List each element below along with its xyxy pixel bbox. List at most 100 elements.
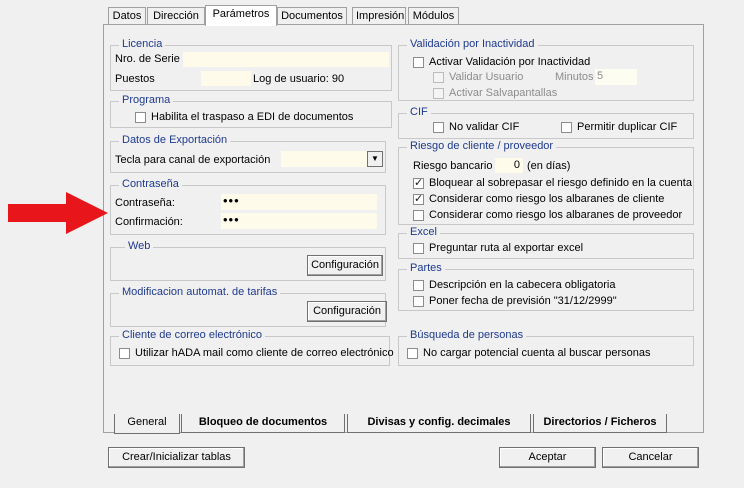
licencia-group: Licencia Nro. de Serie Puestos Log de us… xyxy=(110,38,392,91)
hada-checkbox[interactable] xyxy=(119,348,130,359)
no-cargar-label: No cargar potencial cuenta al buscar per… xyxy=(423,347,651,359)
partes-title: Partes xyxy=(407,262,445,274)
validar-checkbox[interactable] xyxy=(433,72,444,83)
contrasena-title: Contraseña xyxy=(119,178,182,190)
edi-checkbox[interactable] xyxy=(135,112,146,123)
fecha-prevision-label: Poner fecha de previsión "31/12/2999" xyxy=(429,295,617,307)
tab-label: General xyxy=(127,416,167,428)
busqueda-title: Búsqueda de personas xyxy=(407,329,527,341)
tab-impresion[interactable]: Impresión xyxy=(352,7,406,24)
programa-title: Programa xyxy=(119,94,174,106)
permitir-duplicar-checkbox[interactable] xyxy=(561,122,572,133)
tab-directorios[interactable]: Directorios / Ficheros xyxy=(533,414,667,433)
minutos-field[interactable]: 5 xyxy=(595,69,637,85)
tab-label: Bloqueo de documentos xyxy=(198,416,328,428)
parametros-panel: Licencia Nro. de Serie Puestos Log de us… xyxy=(103,24,704,433)
partes-group: Partes Descripción en la cabecera obliga… xyxy=(398,262,694,311)
descripcion-label: Descripción en la cabecera obligatoria xyxy=(429,279,616,291)
red-arrow-icon xyxy=(8,192,108,234)
crear-tablas-button[interactable]: Crear/Inicializar tablas xyxy=(108,447,245,468)
serie-field[interactable] xyxy=(183,52,389,67)
correo-group: Cliente de correo electrónico Utilizar h… xyxy=(110,329,394,366)
tab-label: Directorios / Ficheros xyxy=(543,416,657,428)
no-validar-cif-label: No validar CIF xyxy=(449,121,520,133)
confirm-field[interactable]: ••• xyxy=(221,212,377,229)
alb-proveedor-label: Considerar como riesgo los albaranes de … xyxy=(429,209,683,221)
hada-label: Utilizar hADA mail como cliente de corre… xyxy=(135,347,394,359)
tarifas-group: Modificacion automat. de tarifas Configu… xyxy=(110,286,387,327)
tab-bloqueo-documentos[interactable]: Bloqueo de documentos xyxy=(181,414,345,433)
permitir-duplicar-label: Permitir duplicar CIF xyxy=(577,121,678,133)
descripcion-checkbox[interactable] xyxy=(413,280,424,291)
tab-direccion[interactable]: Dirección xyxy=(147,7,205,24)
puestos-field[interactable] xyxy=(201,71,251,86)
password-field[interactable]: ••• xyxy=(221,193,377,210)
tab-label: Módulos xyxy=(412,10,455,22)
tarifas-config-button[interactable]: Configuración xyxy=(307,301,387,322)
tecla-field[interactable] xyxy=(281,151,367,167)
web-title: Web xyxy=(125,240,154,252)
password-value: ••• xyxy=(223,193,240,208)
tab-label: Divisas y config. decimales xyxy=(367,416,511,428)
tab-datos[interactable]: Datos xyxy=(108,7,146,24)
button-label: Configuración xyxy=(311,259,379,271)
alb-cliente-label: Considerar como riesgo los albaranes de … xyxy=(429,193,665,205)
serie-label: Nro. de Serie xyxy=(115,53,180,65)
busqueda-group: Búsqueda de personas No cargar potencial… xyxy=(398,329,694,366)
button-label: Cancelar xyxy=(628,451,673,463)
riesgo-bancario-field[interactable]: 0 xyxy=(495,158,523,173)
cancelar-button[interactable]: Cancelar xyxy=(602,447,699,468)
contrasena-group: Contraseña Contraseña: ••• Confirmación:… xyxy=(110,178,386,235)
correo-title: Cliente de correo electrónico xyxy=(119,329,266,341)
bloquear-checkbox[interactable] xyxy=(413,176,424,189)
preguntar-ruta-checkbox[interactable] xyxy=(413,243,424,254)
web-config-button[interactable]: Configuración xyxy=(307,255,383,276)
button-label: Crear/Inicializar tablas xyxy=(122,451,231,463)
riesgo-bancario-value: 0 xyxy=(513,159,520,171)
excel-group: Excel Preguntar ruta al exportar excel xyxy=(398,226,694,259)
salvapantallas-checkbox[interactable] xyxy=(433,88,444,99)
button-label: Configuración xyxy=(313,305,381,317)
minutos-label: Minutos xyxy=(555,71,594,83)
riesgo-group: Riesgo de cliente / proveedor Riesgo ban… xyxy=(398,140,694,225)
edi-label: Habilita el traspaso a EDI de documentos xyxy=(151,111,354,123)
inactividad-title: Validación por Inactividad xyxy=(407,38,538,50)
alb-cliente-checkbox[interactable] xyxy=(413,192,424,205)
tab-label: Documentos xyxy=(281,10,343,22)
password-label: Contraseña: xyxy=(115,197,175,209)
aceptar-button[interactable]: Aceptar xyxy=(499,447,596,468)
log-usuario-label: Log de usuario: 90 xyxy=(253,73,345,85)
activar-label: Activar Validación por Inactividad xyxy=(429,56,591,68)
tecla-label: Tecla para canal de exportación xyxy=(115,154,271,166)
tab-parametros[interactable]: Parámetros xyxy=(205,5,277,26)
tarifas-title: Modificacion automat. de tarifas xyxy=(119,286,281,298)
riesgo-bancario-label: Riesgo bancario xyxy=(413,160,493,172)
validar-label: Validar Usuario xyxy=(449,71,524,83)
minutos-value: 5 xyxy=(597,70,604,82)
activar-checkbox[interactable] xyxy=(413,57,424,68)
tab-divisas[interactable]: Divisas y config. decimales xyxy=(347,414,531,433)
no-validar-cif-checkbox[interactable] xyxy=(433,122,444,133)
tab-modulos[interactable]: Módulos xyxy=(408,7,459,24)
exportacion-group: Datos de Exportación Tecla para canal de… xyxy=(110,134,386,173)
chevron-down-icon: ▼ xyxy=(371,154,379,163)
no-cargar-checkbox[interactable] xyxy=(407,348,418,359)
tab-label: Impresión xyxy=(356,10,405,22)
riesgo-title: Riesgo de cliente / proveedor xyxy=(407,140,557,152)
tab-documentos[interactable]: Documentos xyxy=(277,7,347,24)
button-label: Aceptar xyxy=(528,451,567,463)
cif-title: CIF xyxy=(407,106,431,118)
preguntar-ruta-label: Preguntar ruta al exportar excel xyxy=(429,242,584,254)
alb-proveedor-checkbox[interactable] xyxy=(413,210,424,221)
licencia-title: Licencia xyxy=(119,38,166,50)
tab-label: Datos xyxy=(112,10,142,22)
puestos-label: Puestos xyxy=(115,73,155,85)
tecla-dropdown-button[interactable]: ▼ xyxy=(367,151,383,167)
tab-label: Parámetros xyxy=(212,8,270,20)
salvapantallas-label: Activar Salvapantallas xyxy=(449,87,558,99)
fecha-prevision-checkbox[interactable] xyxy=(413,296,424,307)
confirm-value: ••• xyxy=(223,212,240,227)
bloquear-label: Bloquear al sobrepasar el riesgo definid… xyxy=(429,177,692,189)
tab-general[interactable]: General xyxy=(114,414,180,434)
tab-label: Dirección xyxy=(153,10,199,22)
